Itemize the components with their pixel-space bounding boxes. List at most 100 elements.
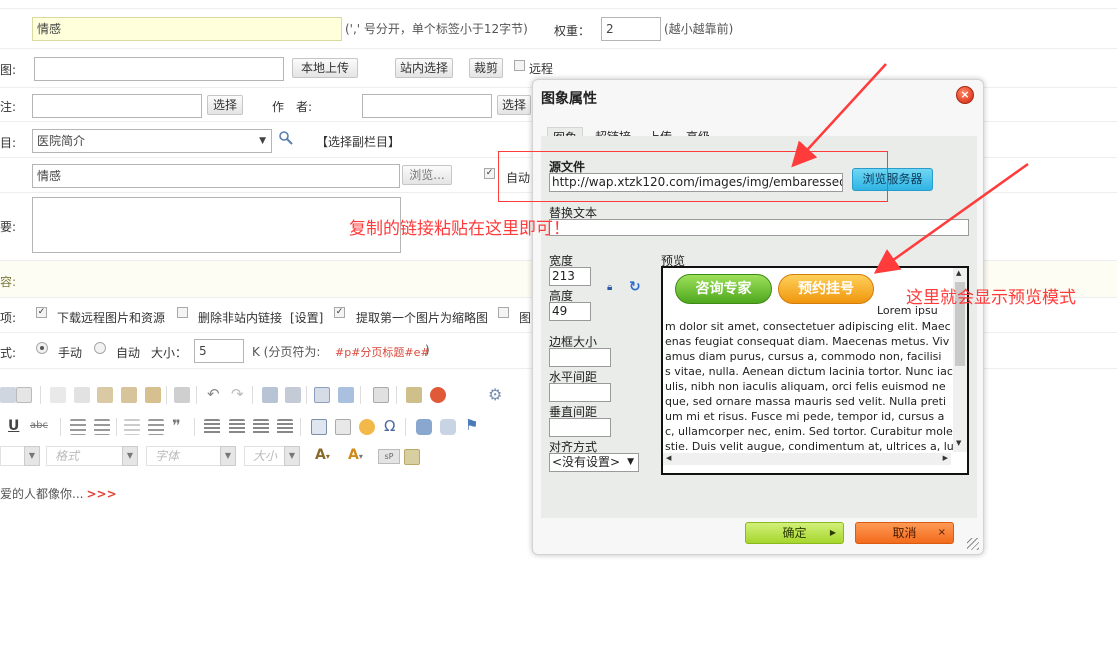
preview-line: que, sed ornare massa mauris sed velit. …	[665, 395, 947, 408]
keyword-input[interactable]: 情感	[32, 164, 400, 188]
tags-input[interactable]: 情感	[32, 17, 342, 41]
align-center-icon[interactable]	[229, 419, 245, 435]
font-dropdown[interactable]: 字体 ▼	[146, 446, 236, 466]
image-insert-icon[interactable]	[404, 449, 420, 465]
link-icon[interactable]	[416, 419, 432, 435]
paging-label: 式:	[0, 346, 17, 360]
paging-auto-radio[interactable]	[94, 342, 106, 354]
width-input[interactable]: 213	[549, 267, 591, 286]
unordered-list-icon[interactable]	[94, 419, 110, 435]
settings-icon[interactable]: ⚙	[488, 385, 502, 404]
size-input[interactable]: 5	[194, 339, 244, 363]
auto-checkbox[interactable]: ✓	[484, 168, 495, 179]
underline-icon[interactable]: U	[8, 418, 19, 434]
chevron-down-icon: ▼	[220, 446, 236, 466]
thumb-input[interactable]	[34, 57, 284, 81]
select-all-icon[interactable]	[314, 387, 330, 403]
reset-size-icon[interactable]: ↻	[629, 279, 641, 295]
image-icon[interactable]	[406, 387, 422, 403]
anchor-flag-icon[interactable]: ⚑	[465, 416, 478, 434]
alt-text-input[interactable]	[549, 219, 969, 236]
remote-checkbox[interactable]	[514, 60, 525, 71]
eraser-icon[interactable]	[338, 387, 354, 403]
hspace-input[interactable]	[549, 383, 611, 402]
preview-line: um mi et risus. Fusce mi pede, tempor id…	[665, 410, 945, 423]
chevron-down-icon: ▼	[122, 446, 138, 466]
weight-input[interactable]: 2	[601, 17, 661, 41]
undo-icon[interactable]: ↶	[207, 385, 220, 403]
author-input[interactable]	[362, 94, 492, 118]
print-icon[interactable]	[174, 387, 190, 403]
paste-word-icon[interactable]	[145, 387, 161, 403]
paging-close: )	[425, 343, 430, 357]
preview-line: stie. Duis velit augue, condimentum at, …	[665, 440, 954, 453]
download-remote-checkbox[interactable]: ✓	[36, 307, 47, 318]
ordered-list-icon[interactable]	[70, 419, 86, 435]
copy-icon[interactable]	[74, 387, 90, 403]
preview-hint-annotation: 这里就会显示预览模式	[906, 288, 1076, 308]
local-upload-button[interactable]: 本地上传	[292, 58, 358, 78]
replace-icon[interactable]	[285, 387, 301, 403]
lock-ratio-icon[interactable]: 🔒︎	[607, 282, 612, 293]
weight-hint: (越小越靠前)	[664, 22, 734, 36]
block-dropdown[interactable]: ▼	[0, 446, 40, 466]
browse-button[interactable]: 浏览...	[402, 165, 452, 185]
column-label: 目:	[0, 136, 17, 150]
text-color-icon[interactable]: A▾	[315, 447, 330, 463]
extra-option-checkbox[interactable]	[498, 307, 509, 318]
paging-manual-radio[interactable]	[36, 342, 48, 354]
cut-icon[interactable]	[50, 387, 66, 403]
ok-button[interactable]: 确定 ▶	[745, 522, 844, 544]
source-icon[interactable]	[0, 387, 16, 403]
style-placeholder: 格式	[55, 449, 80, 463]
special-char-icon[interactable]: Ω	[384, 417, 395, 435]
resize-grip-icon[interactable]	[967, 538, 979, 550]
indent-icon[interactable]	[148, 419, 164, 435]
table-icon[interactable]	[311, 419, 327, 435]
preview-horizontal-scrollbar[interactable]: ◀ ▶	[663, 453, 951, 465]
close-icon[interactable]: ×	[956, 86, 974, 104]
height-input[interactable]: 49	[549, 302, 591, 321]
column-value: 医院简介	[37, 134, 86, 148]
align-left-icon[interactable]	[204, 419, 220, 435]
sub-column-link[interactable]: 【选择副栏目】	[316, 133, 400, 150]
document-icon[interactable]	[16, 387, 32, 403]
first-image-checkbox[interactable]: ✓	[334, 307, 345, 318]
align-select[interactable]: <没有设置> ▼	[549, 453, 639, 472]
smiley-icon[interactable]	[359, 419, 375, 435]
site-select-button[interactable]: 站内选择	[395, 58, 453, 78]
preview-consult-button: 咨询专家	[675, 274, 772, 304]
search-icon[interactable]	[278, 130, 294, 146]
column-select[interactable]: 医院简介 ▼	[32, 129, 272, 153]
crop-button[interactable]: 裁剪	[469, 58, 503, 78]
paste-icon[interactable]	[97, 387, 113, 403]
settings-link[interactable]: [设置]	[290, 309, 323, 326]
cancel-button[interactable]: 取消 ×	[855, 522, 954, 544]
style-dropdown[interactable]: 格式 ▼	[46, 446, 138, 466]
border-input[interactable]	[549, 348, 611, 367]
editor-body-text[interactable]: 爱的人都像你... >>>	[0, 485, 117, 502]
summary-textarea[interactable]	[32, 197, 401, 253]
align-justify-icon[interactable]	[277, 419, 293, 435]
blockquote-icon[interactable]: ❞	[172, 416, 181, 435]
download-remote-label: 下载远程图片和资源	[57, 311, 166, 325]
vspace-input[interactable]	[549, 418, 611, 437]
horizontal-rule-icon[interactable]	[335, 419, 351, 435]
preview-line: s vitae, nulla. Aenean dictum lacinia to…	[665, 365, 953, 378]
find-icon[interactable]	[262, 387, 278, 403]
size-dropdown[interactable]: 大小 ▼	[244, 446, 300, 466]
outdent-icon[interactable]	[124, 419, 140, 435]
paste-text-icon[interactable]	[121, 387, 137, 403]
strikethrough-icon[interactable]: abc	[30, 420, 48, 431]
form-icon[interactable]	[373, 387, 389, 403]
redo-icon[interactable]: ↷	[231, 385, 244, 403]
page-break-icon[interactable]: sP	[378, 449, 400, 464]
author-select-button[interactable]: 选择	[497, 95, 531, 115]
source-input[interactable]	[32, 94, 202, 118]
bg-color-icon[interactable]: A▾	[348, 447, 363, 463]
source-select-button[interactable]: 选择	[207, 95, 243, 115]
flash-icon[interactable]	[430, 387, 446, 403]
unlink-icon[interactable]	[440, 419, 456, 435]
align-right-icon[interactable]	[253, 419, 269, 435]
remove-links-checkbox[interactable]	[177, 307, 188, 318]
